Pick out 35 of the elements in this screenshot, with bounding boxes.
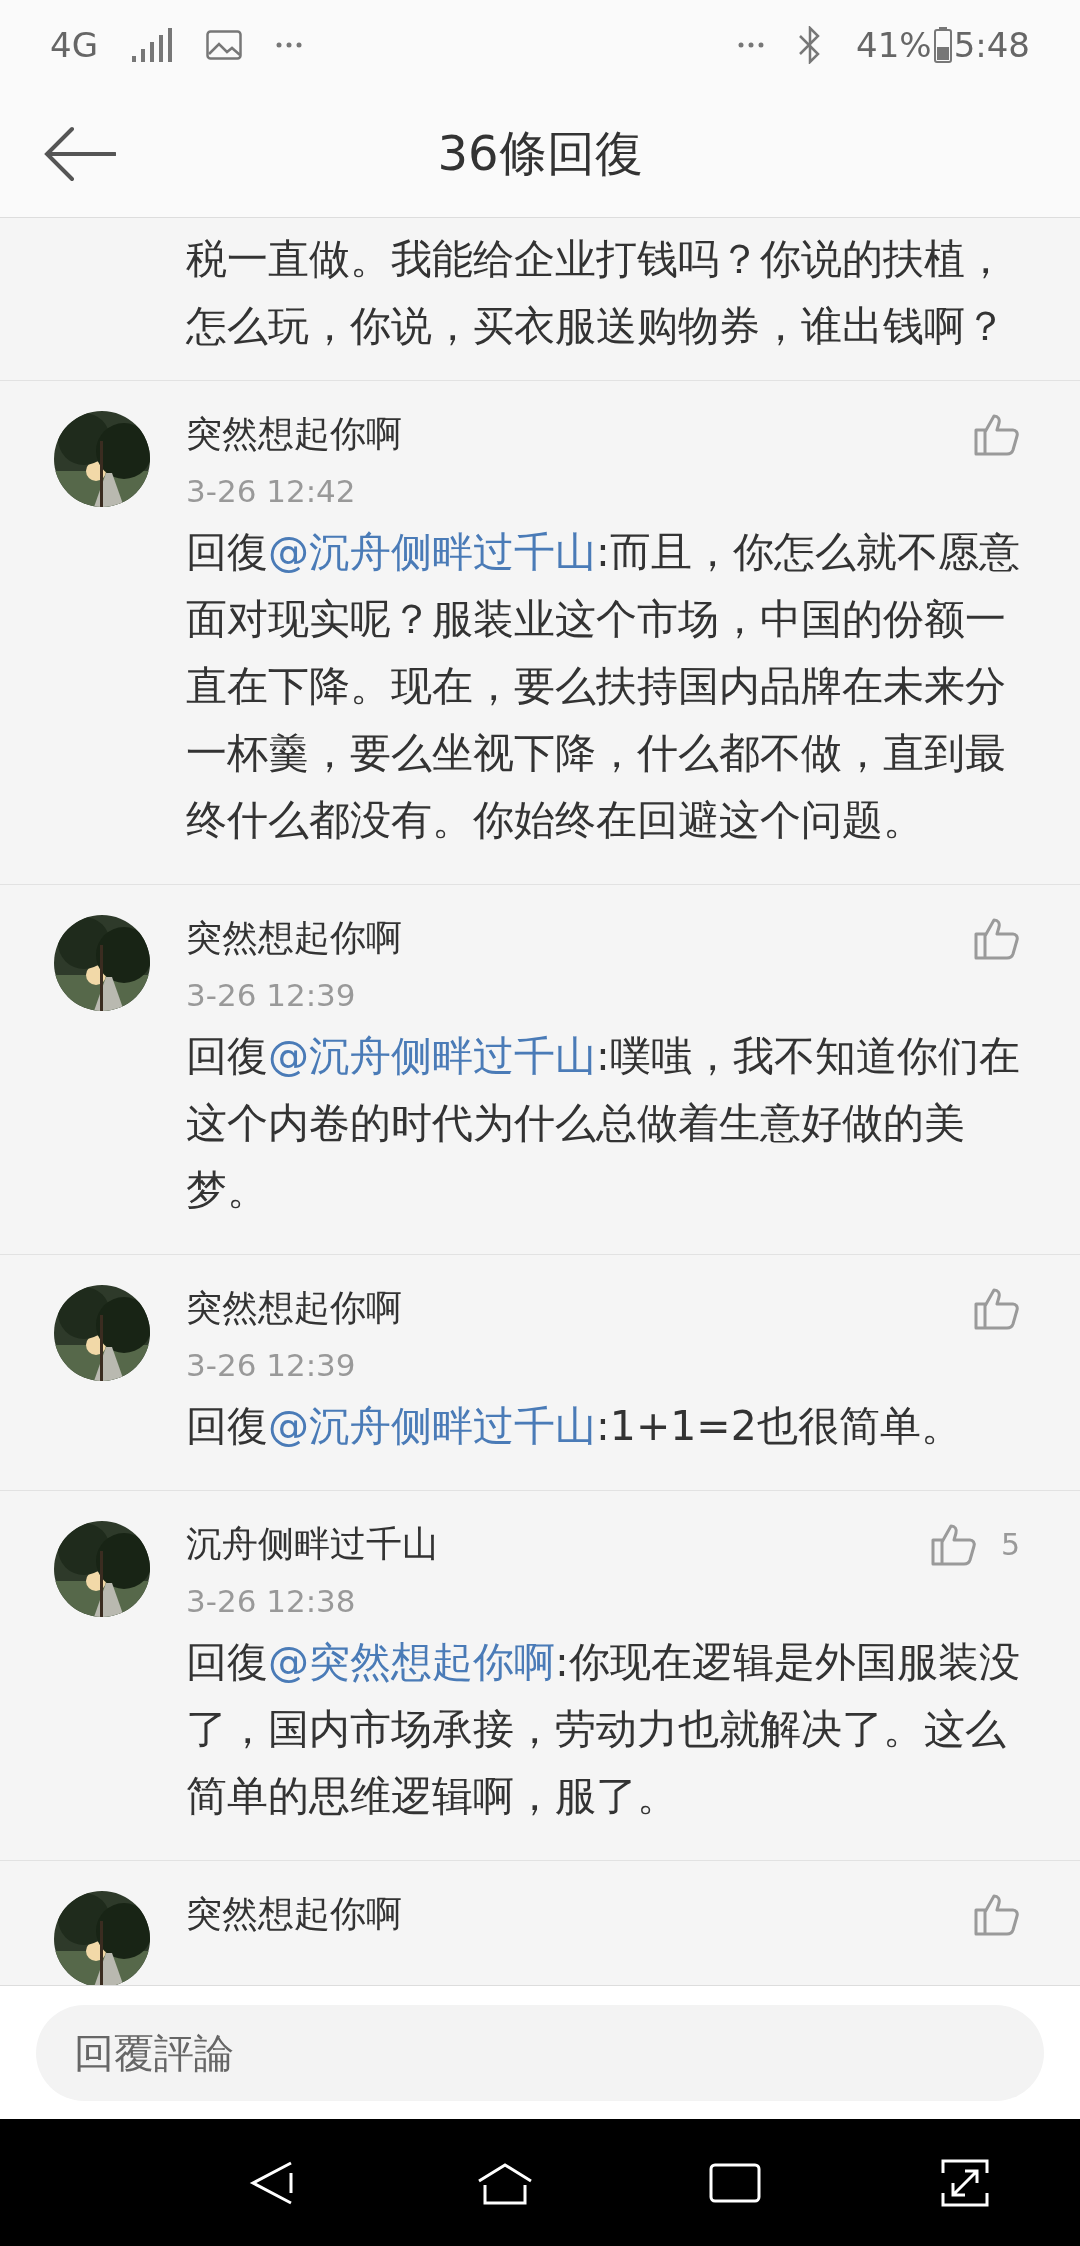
battery-icon: [933, 27, 952, 63]
network-type: 4G: [50, 25, 98, 65]
user-name[interactable]: 突然想起你啊: [186, 913, 974, 963]
thumbs-up-icon[interactable]: [974, 1286, 1020, 1330]
back-arrow-icon[interactable]: [44, 125, 116, 182]
reply-field[interactable]: 回覆評論: [36, 2004, 1044, 2101]
like-count: 5: [1000, 1526, 1020, 1562]
clock: 5:48: [953, 25, 1030, 65]
mention-link[interactable]: @沉舟侧畔过千山: [268, 528, 596, 576]
page-title: 36條回復: [437, 124, 643, 181]
user-name[interactable]: 沉舟侧畔过千山: [186, 1519, 931, 1569]
more-icon: [738, 42, 765, 48]
comment-time: 3-26 12:39: [186, 1347, 357, 1383]
comment-text: 回復@沉舟侧畔过千山:1+1=2也很简单。: [186, 1401, 963, 1452]
comment-text: 回復@沉舟侧畔过千山:噗嗤，我不知道你们在这个内卷的时代为什么总做着生意好做的美梦。: [186, 1031, 1020, 1216]
comment-text: 税一直做。我能给企业打钱吗？你说的扶植，怎么玩，你说，买衣服送购物券，谁出钱啊？: [186, 234, 1007, 352]
comment-text: 回復@沉舟侧畔过千山:而且，你怎么就不愿意面对现实呢？服装业这个市场，中国的份额一直在下降。现在，要么扶持国内品牌在未来分一杯羹，要么坐视下降，什么都不做，直到最终什么都没有。你始终在回避这个问题。: [186, 527, 1020, 846]
thumbs-up-icon[interactable]: [974, 1892, 1020, 1936]
image-icon: [206, 30, 242, 60]
more-icon: [276, 42, 302, 48]
mention-link[interactable]: @突然想起你啊: [268, 1638, 555, 1686]
comment-time: 3-26 12:38: [186, 1583, 357, 1619]
battery-percent: 41%: [856, 25, 932, 65]
user-name[interactable]: 突然想起你啊: [186, 1283, 974, 1333]
mention-link[interactable]: @沉舟侧畔过千山: [268, 1032, 596, 1080]
user-name[interactable]: 突然想起你啊: [186, 1889, 974, 1939]
mention-link[interactable]: @沉舟侧畔过千山: [268, 1402, 596, 1450]
thumbs-up-icon[interactable]: [974, 412, 1020, 456]
comment-time: 3-26 12:42: [186, 473, 357, 509]
comment-time: 3-26 12:39: [186, 977, 357, 1013]
thumbs-up-icon[interactable]: [930, 1522, 977, 1566]
thumbs-up-icon[interactable]: [974, 916, 1020, 960]
comment-text: 回復@突然想起你啊:你现在逻辑是外国服装没了，国内市场承接，劳动力也就解决了。这么简单的思维逻辑啊，服了。: [186, 1637, 1020, 1822]
user-name[interactable]: 突然想起你啊: [186, 409, 974, 459]
signal-icon: [132, 28, 172, 62]
